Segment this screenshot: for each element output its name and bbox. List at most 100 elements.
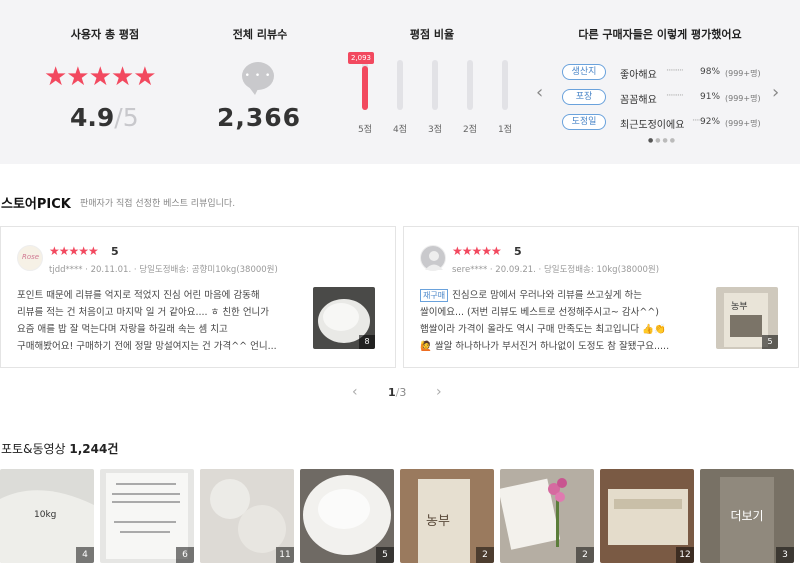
rating-bar: 1점	[492, 60, 518, 136]
opinions-prev-arrow-icon[interactable]: ‹	[536, 82, 543, 103]
score-value: 4.9	[70, 103, 115, 132]
bubble-dots: • • •	[244, 71, 272, 81]
trait-tag: 생산지	[562, 64, 606, 80]
rating-bar: 2점	[457, 60, 483, 136]
photo-thumbnail[interactable]: 5	[300, 469, 394, 563]
photo-video-count: 1,244건	[69, 442, 119, 456]
photo-thumbnail[interactable]: 2	[500, 469, 594, 563]
photo-video-label: 포토&동영상	[1, 442, 66, 456]
svg-text:10kg: 10kg	[34, 510, 56, 520]
review-photo-thumbnail[interactable]: 농부 5	[716, 287, 778, 349]
photo-count-badge: 6	[176, 547, 194, 563]
rating-bar: 3점	[422, 60, 448, 136]
trait-leader: ·········	[666, 66, 684, 76]
photo-count-badge: 3	[776, 547, 794, 563]
svg-text:농부: 농부	[731, 301, 748, 312]
trait-phrase: 최근도정이에요	[620, 120, 685, 131]
opinion-trait: 도정일 최근도정이에요 ····· 92% (999+명)	[562, 114, 762, 132]
review-meta: sere**** · 20.09.21. · 당일도정배송: 10kg(3800…	[452, 265, 660, 275]
photo-thumbnail[interactable]: 농부 2	[400, 469, 494, 563]
trait-tag: 도정일	[562, 114, 606, 130]
total-rating-title: 사용자 총 평점	[70, 28, 140, 41]
trait-phrase: 꼼꼼해요	[620, 95, 657, 106]
opinion-trait: 생산지 좋아해요 ········· 98% (999+명)	[562, 64, 762, 82]
review-score: 5	[514, 245, 522, 258]
total-pages: 3	[399, 386, 407, 399]
photo-count-badge: 12	[676, 547, 694, 563]
svg-text:농부: 농부	[426, 514, 450, 529]
score-denominator: /5	[114, 103, 139, 132]
total-reviews-title: 전체 리뷰수	[232, 28, 288, 41]
review-text: 포인트 때문에 리뷰를 억지로 적었지 진심 어린 마음에 감동해 리뷰를 적는…	[17, 287, 301, 355]
total-rating-stars: ★★★★★	[44, 62, 157, 92]
rating-bar-track	[432, 60, 438, 110]
photo-thumbnail[interactable]: 6	[100, 469, 194, 563]
photo-count-badge: 5	[376, 547, 394, 563]
rating-bar-label: 1점	[497, 125, 512, 135]
opinions-next-arrow-icon[interactable]: ›	[772, 82, 779, 103]
review-line: 진심으로 맘에서 우러나와 리뷰를 쓰고싶게 하는	[452, 290, 642, 301]
pick-next-arrow-icon[interactable]: ›	[436, 384, 442, 400]
rating-bar-count-tag: 2,093	[348, 52, 374, 64]
review-line: 쌀이에요... (저번 리뷰도 베스트로 선정해주시고~ 감사^^)	[420, 307, 659, 318]
rating-bar-track	[397, 60, 403, 110]
best-review-card[interactable]: ★★★★★ 5 sere**** · 20.09.21. · 당일도정배송: 1…	[403, 226, 799, 368]
review-stars: ★★★★★	[49, 244, 99, 258]
review-line: 리뷰를 적는 건 처음이고 마지막 일 거 같아요.... ㅎ 친한 언니가	[17, 307, 270, 318]
total-reviews-count: 2,366	[217, 103, 302, 132]
trait-tag: 포장	[562, 89, 606, 105]
photo-thumbnail[interactable]: 더보기 3	[700, 469, 794, 563]
rating-bar-fill	[362, 66, 368, 110]
buyer-opinions-title: 다른 구매자들은 이렇게 평가했어요	[578, 28, 742, 41]
opinion-trait: 포장 꼼꼼해요 ········· 91% (999+명)	[562, 89, 762, 107]
photo-count-badge: 5	[762, 335, 778, 349]
pager-dots-rest[interactable]: ●●●	[655, 137, 677, 144]
review-photo-thumbnail[interactable]: 8	[313, 287, 375, 349]
review-stars: ★★★★★	[452, 244, 502, 258]
review-line: 포인트 때문에 리뷰를 억지로 적었지 진심 어린 마음에 감동해	[17, 290, 260, 301]
pick-page-indicator: 1/3	[388, 386, 406, 399]
photo-video-title: 포토&동영상 1,244건	[1, 440, 118, 457]
trait-phrase: 좋아해요	[620, 70, 657, 81]
rating-bar-label: 5점	[357, 125, 372, 135]
best-review-card[interactable]: Rose ★★★★★ 5 tjdd**** · 20.11.01. · 당일도정…	[0, 226, 396, 368]
rating-ratio-title: 평점 비율	[409, 28, 455, 41]
pick-prev-arrow-icon[interactable]: ‹	[352, 384, 358, 400]
trait-count: (999+명)	[725, 69, 761, 78]
review-text: 재구매 진심으로 맘에서 우러나와 리뷰를 쓰고싶게 하는 쌀이에요... (저번…	[420, 287, 704, 355]
photo-thumbnail[interactable]: 10kg 4	[0, 469, 94, 563]
review-meta: tjdd**** · 20.11.01. · 당일도정배송: 공향미10kg(3…	[49, 265, 278, 275]
photo-thumbnail[interactable]: 12	[600, 469, 694, 563]
user-silhouette-icon	[425, 251, 443, 270]
store-pick-title: 스토어PICK	[1, 197, 71, 212]
rating-bar-label: 3점	[427, 125, 442, 135]
photo-count-badge: 4	[76, 547, 94, 563]
photo-thumbnail[interactable]: 11	[200, 469, 294, 563]
reviewer-avatar-default	[420, 245, 446, 271]
reviewer-avatar: Rose	[17, 245, 43, 271]
photo-count-badge: 8	[359, 335, 375, 349]
review-score: 5	[111, 245, 119, 258]
rating-bar: 2,093 5점	[348, 52, 378, 136]
rating-bar-track	[502, 60, 508, 110]
current-page: 1	[388, 386, 396, 399]
opinions-pager-dots[interactable]: ●●●●	[648, 137, 677, 144]
trait-percent: 98%	[700, 67, 721, 77]
photo-count-badge: 2	[576, 547, 594, 563]
avatar-logo-text: Rose	[22, 253, 40, 261]
total-rating-score: 4.9/5	[70, 103, 139, 132]
repurchase-badge: 재구매	[420, 289, 449, 302]
store-pick-description: 판매자가 직접 선정한 베스트 리뷰입니다.	[80, 199, 236, 209]
chat-bubble-icon: • • •	[242, 62, 274, 95]
review-line: 요즘 애를 밥 잘 먹는다며 자랑을 하길래 속는 셈 치고	[17, 324, 228, 335]
trait-percent: 92%	[700, 117, 721, 127]
trait-count: (999+명)	[725, 119, 761, 128]
rating-bar-label: 2점	[462, 125, 477, 135]
trait-leader: ·········	[666, 91, 684, 101]
photo-count-badge: 2	[476, 547, 494, 563]
review-line: 햅쌀이라 가격이 올라도 역시 구매 만족도는 최고입니다 👍👏	[420, 324, 666, 335]
photo-count-badge: 11	[276, 547, 294, 563]
trait-percent: 91%	[700, 92, 721, 102]
rating-bar: 4점	[387, 60, 413, 136]
trait-count: (999+명)	[725, 94, 761, 103]
